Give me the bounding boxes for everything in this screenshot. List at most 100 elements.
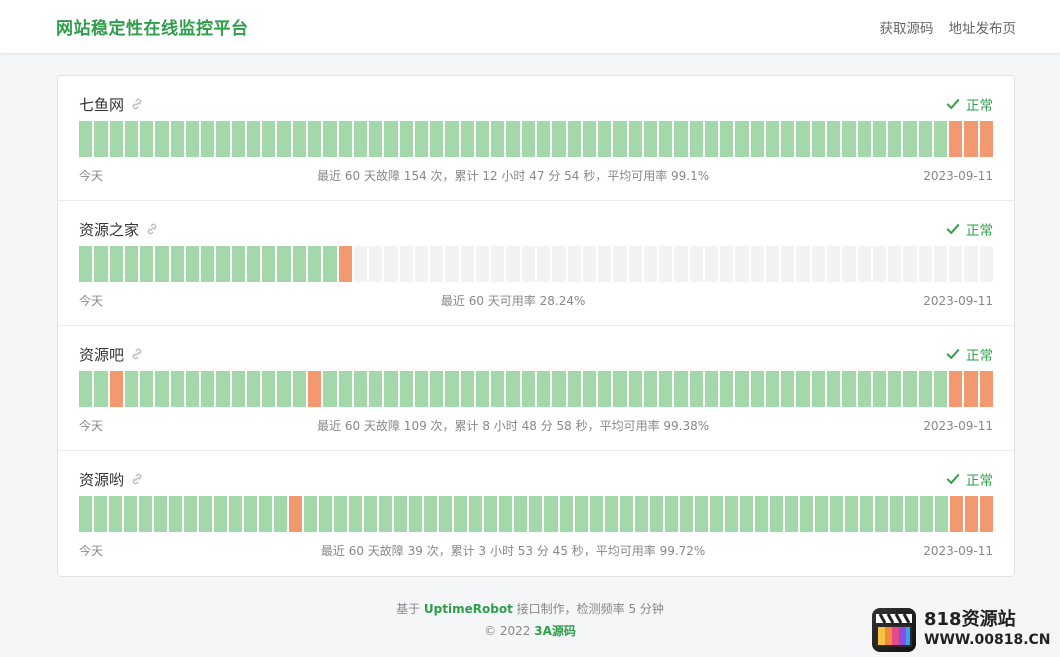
uptime-bar-empty[interactable] [643, 246, 658, 282]
uptime-bar-up[interactable] [888, 121, 902, 157]
uptime-bar-up[interactable] [399, 371, 413, 407]
uptime-bar-up[interactable] [613, 371, 627, 407]
uptime-bar-empty[interactable] [750, 246, 764, 282]
uptime-bar-up[interactable] [185, 371, 200, 407]
uptime-bar-up[interactable] [229, 496, 243, 532]
uptime-bar-up[interactable] [552, 121, 566, 157]
uptime-bar-up[interactable] [799, 496, 813, 532]
uptime-bar-down[interactable] [289, 496, 303, 532]
uptime-bar-up[interactable] [394, 496, 408, 532]
uptime-bar-down[interactable] [979, 496, 993, 532]
uptime-bar-up[interactable] [628, 371, 642, 407]
uptime-bar-down[interactable] [949, 496, 963, 532]
uptime-bar-up[interactable] [430, 371, 444, 407]
uptime-bar-up[interactable] [155, 121, 169, 157]
uptime-bar-up[interactable] [353, 371, 368, 407]
uptime-bar-up[interactable] [140, 371, 154, 407]
uptime-bar-up[interactable] [384, 121, 398, 157]
uptime-bar-down[interactable] [964, 496, 978, 532]
uptime-bar-up[interactable] [781, 371, 795, 407]
uptime-bar-down[interactable] [109, 371, 123, 407]
uptime-bar-up[interactable] [124, 496, 138, 532]
uptime-bar-down[interactable] [338, 246, 352, 282]
uptime-bar-up[interactable] [859, 496, 873, 532]
uptime-bar-empty[interactable] [475, 246, 490, 282]
uptime-bar-empty[interactable] [628, 246, 642, 282]
uptime-bar-up[interactable] [567, 121, 581, 157]
uptime-bar-up[interactable] [619, 496, 633, 532]
uptime-bar-empty[interactable] [598, 246, 612, 282]
uptime-bar-up[interactable] [918, 371, 932, 407]
uptime-bar-up[interactable] [277, 121, 291, 157]
uptime-bar-up[interactable] [643, 371, 658, 407]
link-icon[interactable] [145, 222, 159, 236]
uptime-bar-up[interactable] [353, 121, 368, 157]
uptimerobot-link[interactable]: UptimeRobot [424, 602, 513, 616]
uptime-bar-up[interactable] [918, 121, 932, 157]
uptime-bar-up[interactable] [307, 121, 322, 157]
uptime-bar-up[interactable] [369, 121, 383, 157]
uptime-bar-empty[interactable] [872, 246, 887, 282]
uptime-bar-up[interactable] [231, 121, 245, 157]
uptime-bar-up[interactable] [720, 371, 734, 407]
uptime-bar-up[interactable] [214, 496, 228, 532]
uptime-bar-empty[interactable] [384, 246, 398, 282]
uptime-bar-up[interactable] [739, 496, 753, 532]
uptime-bar-empty[interactable] [765, 246, 780, 282]
uptime-bar-up[interactable] [674, 371, 688, 407]
uptime-bar-up[interactable] [216, 121, 230, 157]
uptime-bar-up[interactable] [521, 121, 535, 157]
uptime-bar-up[interactable] [475, 371, 490, 407]
uptime-bar-up[interactable] [491, 121, 505, 157]
uptime-bar-up[interactable] [259, 496, 273, 532]
uptime-bar-up[interactable] [140, 246, 154, 282]
uptime-bar-up[interactable] [521, 371, 535, 407]
uptime-bar-up[interactable] [582, 371, 597, 407]
uptime-bar-empty[interactable] [704, 246, 719, 282]
uptime-bar-up[interactable] [934, 496, 948, 532]
uptime-bar-up[interactable] [140, 121, 154, 157]
nav-address-page[interactable]: 地址发布页 [949, 17, 1017, 37]
uptime-bar-up[interactable] [185, 246, 200, 282]
site-title[interactable]: 网站稳定性在线监控平台 [56, 14, 249, 39]
uptime-bar-empty[interactable] [414, 246, 429, 282]
uptime-bar-up[interactable] [582, 121, 597, 157]
uptime-bar-up[interactable] [499, 496, 513, 532]
uptime-bar-up[interactable] [155, 371, 169, 407]
uptime-bar-up[interactable] [94, 121, 108, 157]
uptime-bar-up[interactable] [844, 496, 858, 532]
uptime-bar-up[interactable] [307, 246, 322, 282]
uptime-bar-up[interactable] [124, 246, 139, 282]
uptime-bar-empty[interactable] [521, 246, 535, 282]
uptime-bar-up[interactable] [244, 496, 258, 532]
uptime-bar-up[interactable] [109, 246, 123, 282]
uptime-bar-up[interactable] [277, 371, 291, 407]
uptime-bar-up[interactable] [323, 121, 337, 157]
uptime-bar-empty[interactable] [888, 246, 902, 282]
uptime-bar-up[interactable] [469, 496, 483, 532]
uptime-bar-up[interactable] [292, 121, 306, 157]
uptime-bar-up[interactable] [277, 246, 291, 282]
uptime-bar-up[interactable] [506, 371, 520, 407]
uptime-bar-up[interactable] [829, 496, 843, 532]
uptime-bar-up[interactable] [811, 371, 826, 407]
uptime-bar-up[interactable] [811, 121, 826, 157]
link-icon[interactable] [130, 97, 144, 111]
uptime-bar-up[interactable] [475, 121, 490, 157]
uptime-bar-up[interactable] [724, 496, 738, 532]
uptime-bar-up[interactable] [796, 371, 810, 407]
uptime-bar-up[interactable] [124, 371, 139, 407]
uptime-bar-up[interactable] [857, 371, 871, 407]
uptime-bar-up[interactable] [323, 371, 337, 407]
uptime-bar-up[interactable] [379, 496, 393, 532]
uptime-bar-up[interactable] [445, 371, 459, 407]
uptime-bar-up[interactable] [201, 246, 215, 282]
uptime-bar-up[interactable] [765, 371, 780, 407]
uptime-bar-up[interactable] [559, 496, 573, 532]
uptime-bar-up[interactable] [544, 496, 558, 532]
uptime-bar-up[interactable] [598, 121, 612, 157]
uptime-bar-empty[interactable] [857, 246, 871, 282]
uptime-bar-empty[interactable] [842, 246, 856, 282]
uptime-bar-up[interactable] [369, 371, 383, 407]
uptime-bar-empty[interactable] [491, 246, 505, 282]
